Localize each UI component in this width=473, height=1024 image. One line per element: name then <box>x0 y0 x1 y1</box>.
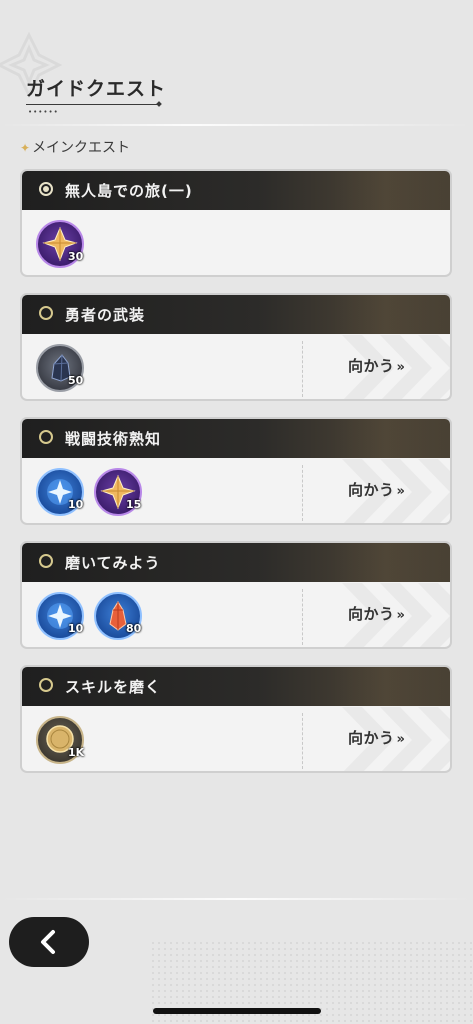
reward-count: 10 <box>68 498 84 511</box>
quest-card[interactable]: 戦闘技術熟知 10 15 向かう» <box>20 417 452 525</box>
reward-item[interactable]: 10 <box>36 592 84 640</box>
reward-count: 10 <box>68 622 84 635</box>
go-button[interactable]: 向かう» <box>348 479 405 500</box>
quest-header: スキルを磨く <box>22 667 450 706</box>
quest-status-radio <box>39 678 53 692</box>
quest-card[interactable]: 無人島での旅(一) 30 <box>20 169 452 277</box>
go-button-label: 向かう <box>348 481 395 499</box>
quest-status-radio <box>39 554 53 568</box>
reward-item[interactable]: 30 <box>36 220 84 268</box>
page-header: ガイドクエスト •••••• <box>26 74 167 116</box>
title-dots: •••••• <box>28 108 59 116</box>
quest-title: 戦闘技術熟知 <box>65 430 162 448</box>
reward-item[interactable]: 50 <box>36 344 84 392</box>
quest-card[interactable]: 勇者の武装 50 向かう» <box>20 293 452 401</box>
go-button-label: 向かう <box>348 729 395 747</box>
quest-title: スキルを磨く <box>65 678 162 696</box>
card-divider <box>302 465 303 521</box>
go-button[interactable]: 向かう» <box>348 727 405 748</box>
quest-title: 磨いてみよう <box>65 554 161 572</box>
reward-count: 15 <box>126 498 142 511</box>
quest-card[interactable]: 磨いてみよう 10 80 向かう» <box>20 541 452 649</box>
quest-header: 磨いてみよう <box>22 543 450 582</box>
section-label-text: メインクエスト <box>32 140 131 156</box>
go-button-label: 向かう <box>348 605 395 623</box>
double-chevron-right-icon: » <box>396 484 406 499</box>
reward-count: 30 <box>68 250 84 263</box>
quest-title: 無人島での旅(一) <box>65 182 193 200</box>
reward-item[interactable]: 10 <box>36 468 84 516</box>
reward-item[interactable]: 15 <box>94 468 142 516</box>
go-button[interactable]: 向かう» <box>348 603 405 624</box>
quest-header: 勇者の武装 <box>22 295 450 334</box>
quest-title: 勇者の武装 <box>65 306 146 324</box>
double-chevron-right-icon: » <box>396 608 406 623</box>
back-button[interactable] <box>9 917 89 967</box>
home-indicator[interactable] <box>153 1008 321 1014</box>
card-divider <box>302 341 303 397</box>
card-divider <box>302 589 303 645</box>
reward-count: 80 <box>126 622 142 635</box>
chevron-left-icon <box>41 930 55 954</box>
section-label: ✦ メインクエスト <box>20 137 130 157</box>
reward-item[interactable]: 80 <box>94 592 142 640</box>
title-underline-end <box>156 101 162 107</box>
quest-card[interactable]: スキルを磨く 1K 向かう» <box>20 665 452 773</box>
sparkle-icon: ✦ <box>20 141 31 155</box>
double-chevron-right-icon: » <box>396 732 406 747</box>
double-chevron-right-icon: » <box>396 360 406 375</box>
page-title: ガイドクエスト <box>26 78 167 100</box>
quest-status-radio <box>39 306 53 320</box>
quest-header: 無人島での旅(一) <box>22 171 450 210</box>
header-divider <box>0 124 473 126</box>
quest-header: 戦闘技術熟知 <box>22 419 450 458</box>
go-button-label: 向かう <box>348 357 395 375</box>
quest-status-radio <box>39 430 53 444</box>
title-underline <box>26 104 158 105</box>
reward-item[interactable]: 1K <box>36 716 84 764</box>
quest-status-radio <box>39 182 53 196</box>
footer-divider <box>0 898 473 900</box>
reward-count: 1K <box>68 746 85 759</box>
go-button[interactable]: 向かう» <box>348 355 405 376</box>
card-divider <box>302 713 303 769</box>
reward-count: 50 <box>68 374 84 387</box>
